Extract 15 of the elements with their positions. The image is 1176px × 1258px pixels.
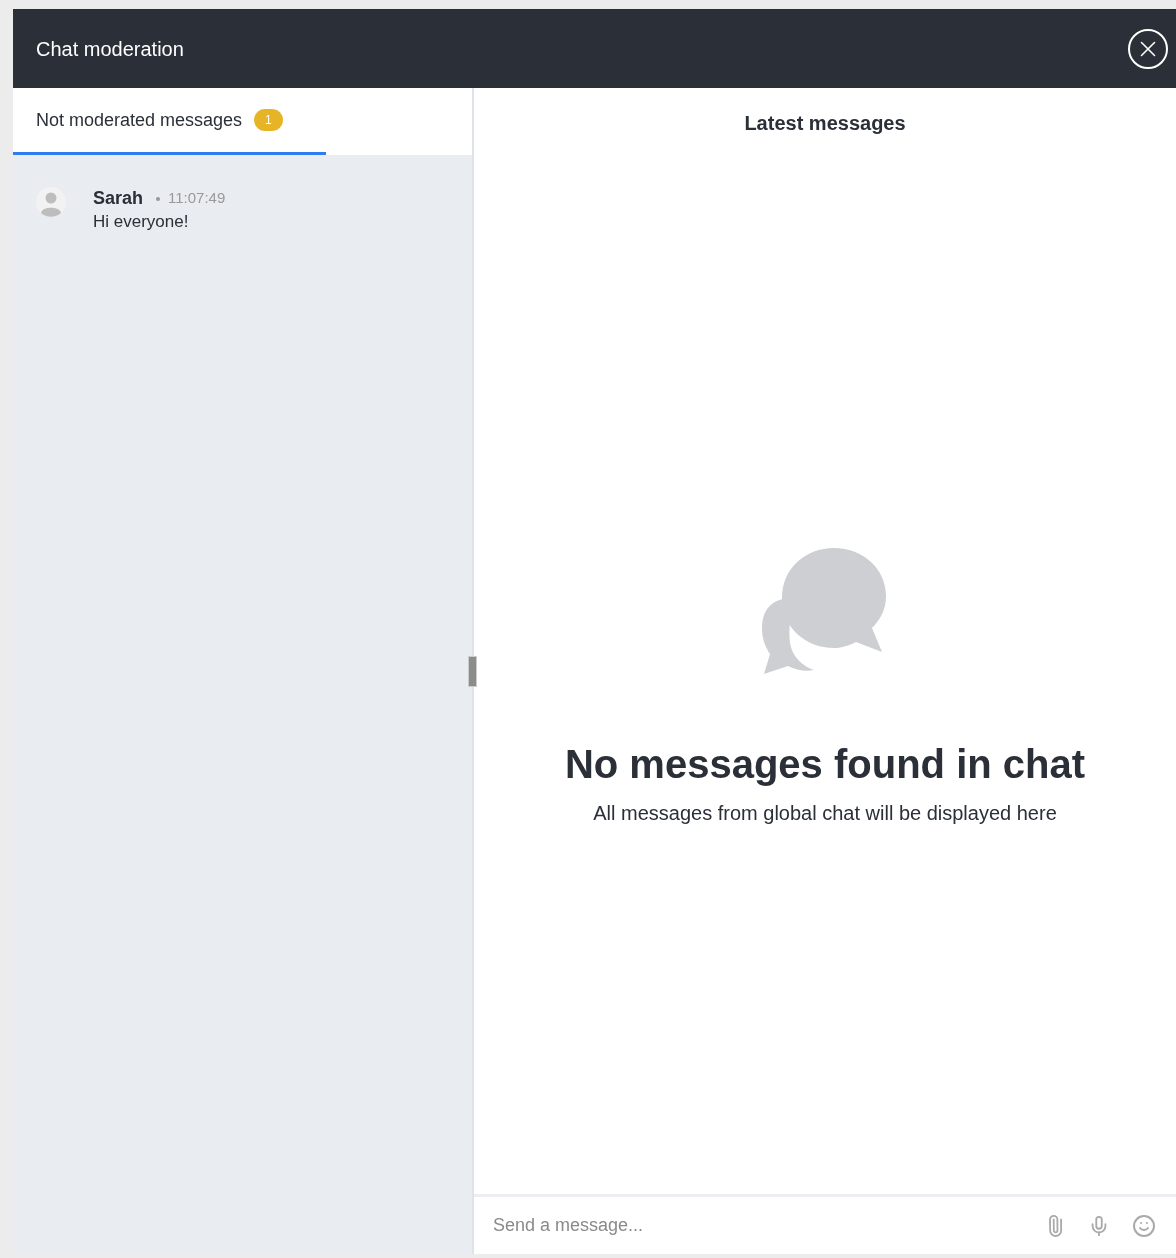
window-title: Chat moderation <box>36 36 184 62</box>
resize-handle[interactable] <box>468 656 477 687</box>
panel-title: Latest messages <box>744 111 906 136</box>
avatar-icon <box>36 187 66 217</box>
emoji-icon[interactable] <box>1132 1213 1156 1238</box>
author-name: Sarah <box>93 187 144 210</box>
message-input[interactable]: Send a message... <box>493 1212 1022 1239</box>
empty-state-text: All messages from global chat will be displayed here <box>593 801 1057 826</box>
empty-state-title: No messages found in chat <box>564 741 1086 788</box>
close-button[interactable] <box>1128 28 1168 69</box>
count-badge: 1 <box>254 109 283 131</box>
chat-bubbles-icon <box>762 548 888 674</box>
message-time: 11:07:49 <box>168 188 226 209</box>
message-text: Hi everyone! <box>93 212 190 232</box>
dot-separator-icon <box>156 196 161 201</box>
